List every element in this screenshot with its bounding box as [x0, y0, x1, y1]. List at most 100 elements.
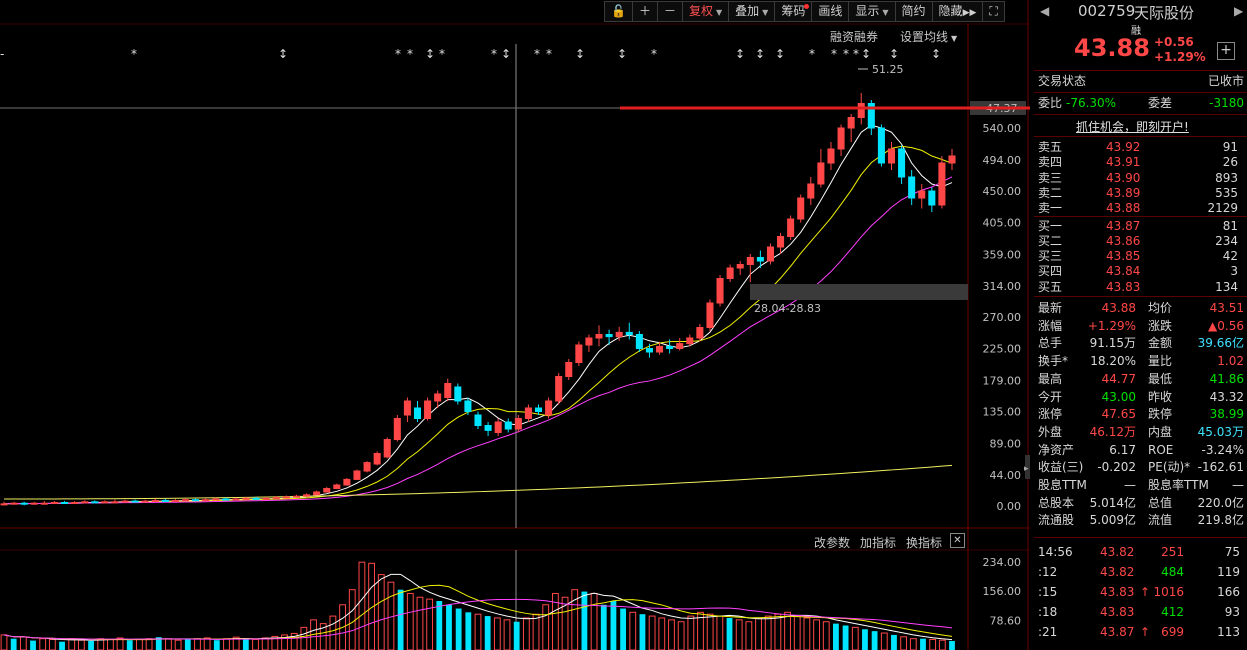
volume-bar — [581, 591, 588, 650]
stat-label: 今开 — [1038, 389, 1063, 404]
lock-icon[interactable]: 🔓 — [604, 1, 633, 22]
fuquan-button[interactable]: 复权 ▼ — [681, 1, 730, 22]
zoom-in-icon[interactable]: ＋ — [631, 1, 658, 22]
candle-body — [766, 246, 774, 262]
volume-bar — [542, 604, 550, 650]
sell-row: 卖四 43.91 26 — [1038, 155, 1244, 170]
close-icon[interactable]: ✕ — [950, 533, 965, 548]
candle-body — [40, 502, 48, 505]
yincang-label: 隐藏 — [938, 4, 963, 18]
order-level-label: 卖一 — [1038, 201, 1063, 216]
volume-bar — [165, 638, 172, 650]
stat-value: 47.65 — [1101, 407, 1136, 422]
sell-row: 卖一 43.88 2129 — [1038, 201, 1244, 216]
candle-body — [383, 439, 391, 458]
next-stock-icon[interactable]: ▶ — [1234, 4, 1243, 18]
candle-body — [91, 501, 99, 504]
order-volume: 2129 — [1207, 201, 1238, 216]
order-volume: 3 — [1230, 264, 1238, 279]
buy-row: 买一 43.87 81 — [1038, 219, 1244, 234]
stat-value: -0.202 — [1097, 460, 1136, 475]
huanzhibiao-button[interactable]: 换指标 — [906, 534, 942, 551]
volume-bar — [242, 638, 249, 650]
jianqing-button[interactable]: 简约 — [894, 1, 933, 22]
event-marker: * — [395, 47, 401, 61]
volume-bar — [426, 598, 434, 650]
tick-price: 43.83 — [1100, 605, 1135, 619]
sell-row: 卖二 43.89 535 — [1038, 186, 1244, 201]
last-price: 43.88 — [1074, 34, 1150, 62]
order-volume: 42 — [1222, 249, 1238, 264]
weicha-value: -3180 — [1209, 96, 1244, 110]
jiazhibiao-button[interactable]: 加指标 — [860, 534, 896, 551]
diejia-button[interactable]: 叠加 ▼ — [728, 1, 776, 22]
event-marker: * — [131, 47, 137, 61]
candle-body — [252, 497, 260, 500]
stat-label: 外盘 — [1038, 424, 1063, 439]
rzrq-link[interactable]: 融资融券 — [830, 28, 878, 45]
candle-body — [202, 499, 210, 502]
event-marker: * — [831, 47, 837, 61]
kline-chart[interactable]: 234.00 156.00 78.60 540.00 494.00 450.00 405.… — [0, 0, 1030, 650]
stat-label: PE(动)* — [1148, 460, 1191, 475]
candle-body — [524, 407, 532, 419]
stat-value: +1.29% — [1087, 318, 1136, 333]
stat-value: 1.02 — [1217, 354, 1244, 369]
candle-body — [474, 414, 482, 426]
set-ma-button[interactable]: 设置均线 ▼ — [900, 28, 957, 45]
stat-label: 涨停 — [1038, 407, 1063, 422]
stat-row: 总手 91.15万 金额 39.66亿 — [1038, 336, 1244, 351]
volume-bar — [68, 638, 76, 650]
huaxian-button[interactable]: 画线 — [811, 1, 850, 22]
status-label: 交易状态 — [1038, 74, 1087, 88]
yincang-button[interactable]: 隐藏▶▶ — [931, 1, 984, 22]
tick-time: :12 — [1038, 565, 1058, 579]
range-highlight — [750, 284, 968, 300]
volume-bar — [862, 629, 868, 650]
event-marker: * — [651, 47, 657, 61]
price-axis-tick: 494.00 — [983, 154, 1022, 167]
candle-body — [948, 155, 956, 164]
candle-body — [716, 278, 724, 304]
tick-row: 14:56 43.82 251 75 — [1038, 545, 1244, 561]
volume-bar — [620, 608, 627, 650]
prev-stock-icon[interactable]: ◀ — [1040, 4, 1049, 18]
volume-bar — [503, 619, 511, 650]
stat-label: 最新 — [1038, 301, 1063, 315]
candle-body — [736, 264, 744, 269]
candle-body — [403, 400, 411, 416]
candle-body — [343, 478, 351, 486]
candle-body — [0, 503, 8, 506]
open-account-link[interactable]: 抓住机会，即刻开户! — [1076, 118, 1189, 135]
candle-body — [353, 470, 361, 480]
candle-body — [645, 348, 653, 353]
stock-code: 002759 — [1078, 2, 1136, 20]
fullscreen-icon[interactable]: ⛶ — [982, 1, 1005, 22]
stat-label: ROE — [1148, 442, 1174, 457]
chouma-button[interactable]: 筹码 — [774, 1, 813, 22]
candle-body — [676, 343, 684, 350]
candle-body — [333, 484, 341, 489]
stat-value: 38.99 — [1209, 407, 1244, 422]
gaicanshu-button[interactable]: 改参数 — [814, 534, 850, 551]
zoom-out-icon[interactable]: － — [656, 1, 683, 22]
candle-body — [504, 421, 512, 430]
order-level-label: 买二 — [1038, 233, 1063, 248]
add-watchlist-icon[interactable]: + — [1217, 42, 1235, 60]
tick-count: 93 — [1224, 605, 1240, 619]
volume-bar — [136, 638, 143, 650]
volume-bar — [532, 613, 540, 650]
order-price: 43.90 — [1106, 170, 1141, 185]
stat-value: 5.009亿 — [1089, 513, 1136, 528]
xianshi-button[interactable]: 显示 ▼ — [848, 1, 896, 22]
tick-row: :15 43.83 ↑ 1016 166 — [1038, 585, 1244, 601]
event-marker: ↕ — [278, 47, 288, 61]
weibi-row: 委比 -76.30% 委差 -3180 — [1038, 96, 1244, 111]
stat-value: -162.61 — [1197, 460, 1244, 475]
order-level-label: 卖四 — [1038, 155, 1063, 170]
candle-body — [877, 127, 885, 164]
chart-toolbar: 🔓 ＋ － 复权 ▼ 叠加 ▼ 筹码 画线 显示 ▼ 简约 隐藏▶▶ ⛶ — [604, 1, 1005, 22]
stat-value: — — [1232, 478, 1244, 492]
price-axis-tick: 314.00 — [983, 280, 1022, 293]
candle-body — [656, 345, 664, 353]
